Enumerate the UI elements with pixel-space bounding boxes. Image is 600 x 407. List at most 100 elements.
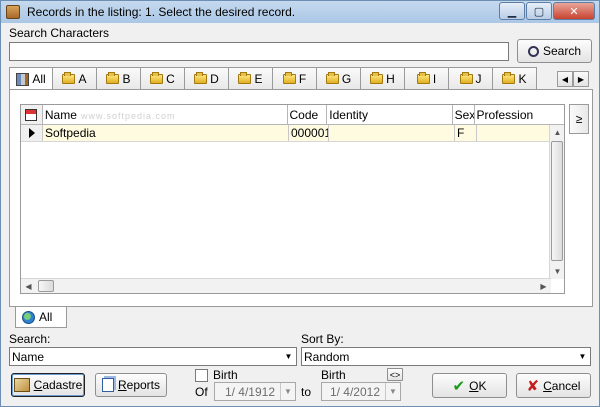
title-bar[interactable]: Records in the listing: 1. Select the de… bbox=[1, 1, 599, 23]
records-window: Records in the listing: 1. Select the de… bbox=[0, 0, 600, 407]
scroll-up-icon[interactable]: ▲ bbox=[550, 125, 564, 140]
chevron-down-icon[interactable]: ▼ bbox=[575, 348, 590, 365]
folder-icon bbox=[282, 71, 296, 84]
cancel-label: Cancel bbox=[543, 378, 581, 393]
sort-by-label: Sort By: bbox=[301, 332, 344, 346]
column-header-sex[interactable]: Sex bbox=[453, 105, 475, 124]
birth-filter-checkbox[interactable] bbox=[195, 369, 208, 382]
horizontal-scroll-thumb[interactable] bbox=[38, 280, 54, 292]
column-header-identity[interactable]: Identity bbox=[327, 105, 453, 124]
tab-label: B bbox=[122, 71, 131, 86]
window-title: Records in the listing: 1. Select the de… bbox=[27, 5, 296, 19]
tab-h[interactable]: H bbox=[360, 67, 405, 89]
x-icon: ✘ bbox=[526, 377, 540, 395]
side-tab[interactable]: ≥ bbox=[569, 104, 589, 134]
ok-button[interactable]: ✔ OK bbox=[432, 373, 507, 398]
tab-scroll-right-icon[interactable]: ▶ bbox=[573, 71, 589, 87]
minimize-button[interactable]: ▁ bbox=[499, 2, 525, 20]
chevron-down-icon[interactable]: ▼ bbox=[385, 383, 400, 400]
tab-label: D bbox=[210, 71, 219, 86]
tab-g[interactable]: G bbox=[316, 67, 361, 89]
of-label: Of bbox=[195, 385, 208, 399]
tab-i[interactable]: I bbox=[404, 67, 449, 89]
birth-to-date[interactable]: 1/ 4/2012 ▼ bbox=[321, 382, 401, 401]
cell-name[interactable]: Softpedia bbox=[43, 125, 289, 141]
watermark: www.softpedia.com bbox=[81, 111, 176, 121]
folder-icon bbox=[459, 71, 473, 84]
scroll-left-icon[interactable]: ◀ bbox=[21, 279, 36, 293]
tab-label: F bbox=[298, 71, 307, 86]
tab-f[interactable]: F bbox=[272, 67, 317, 89]
sort-by-select[interactable]: Random ▼ bbox=[301, 347, 591, 366]
tab-scroll-left-icon[interactable]: ◀ bbox=[557, 71, 573, 87]
search-characters-label: Search Characters bbox=[9, 26, 110, 40]
vertical-scrollbar[interactable]: ▲ ▼ bbox=[549, 125, 564, 279]
search-characters-input[interactable] bbox=[9, 42, 509, 61]
bottom-tab-all[interactable]: All bbox=[15, 307, 67, 328]
column-header-code[interactable]: Code bbox=[288, 105, 328, 124]
tab-a[interactable]: A bbox=[52, 67, 97, 89]
letter-tabs: All A B C D E F G H I J K bbox=[9, 67, 577, 89]
check-icon: ✔ bbox=[452, 377, 466, 395]
records-grid[interactable]: Name Code Identity Sex Profession www.so… bbox=[20, 104, 565, 294]
search-button[interactable]: Search bbox=[517, 39, 592, 63]
reports-label: Reports bbox=[117, 378, 161, 392]
tab-all[interactable]: All bbox=[9, 67, 53, 89]
app-icon bbox=[6, 5, 20, 19]
bottom-tabs: All bbox=[9, 307, 593, 329]
search-by-select[interactable]: Name ▼ bbox=[9, 347, 297, 366]
column-header-profession[interactable]: Profession bbox=[475, 105, 565, 124]
vertical-scroll-thumb[interactable] bbox=[551, 141, 563, 261]
scroll-right-icon[interactable]: ▶ bbox=[536, 279, 551, 293]
birth-to-label: Birth bbox=[321, 368, 346, 382]
table-row[interactable]: Softpedia 000001 F bbox=[21, 125, 551, 142]
tab-label: C bbox=[166, 71, 175, 86]
cell-profession[interactable] bbox=[477, 125, 551, 141]
scroll-down-icon[interactable]: ▼ bbox=[550, 264, 564, 279]
maximize-button[interactable]: ▢ bbox=[526, 2, 552, 20]
bottom-tab-label: All bbox=[39, 310, 53, 324]
cell-identity[interactable] bbox=[329, 125, 455, 141]
cell-code[interactable]: 000001 bbox=[289, 125, 329, 141]
tab-label: All bbox=[32, 72, 46, 86]
globe-icon bbox=[22, 310, 35, 324]
books-icon bbox=[16, 72, 30, 86]
search-icon bbox=[527, 45, 539, 57]
ok-label: OK bbox=[469, 378, 487, 393]
cadastre-label: Cadastre bbox=[33, 378, 83, 392]
swap-dates-button[interactable]: <> bbox=[387, 368, 403, 381]
tab-label: G bbox=[341, 71, 352, 86]
folder-icon bbox=[62, 71, 76, 84]
tab-d[interactable]: D bbox=[184, 67, 229, 89]
grid-corner-icon[interactable] bbox=[21, 105, 43, 124]
tab-scroll: ◀ ▶ bbox=[557, 71, 589, 87]
horizontal-scrollbar[interactable]: ◀ ▶ bbox=[21, 278, 551, 293]
tab-c[interactable]: C bbox=[140, 67, 185, 89]
sort-by-value: Random bbox=[304, 349, 350, 364]
reports-icon bbox=[101, 378, 114, 392]
tab-e[interactable]: E bbox=[228, 67, 273, 89]
birth-to-value: 1/ 4/2012 bbox=[329, 384, 380, 399]
tab-label: A bbox=[78, 71, 87, 86]
close-button[interactable]: ✕ bbox=[553, 2, 595, 20]
cancel-button[interactable]: ✘ Cancel bbox=[516, 373, 591, 398]
cell-sex[interactable]: F bbox=[455, 125, 477, 141]
folder-icon bbox=[370, 71, 384, 84]
tab-k[interactable]: K bbox=[492, 67, 537, 89]
birth-from-date[interactable]: 1/ 4/1912 ▼ bbox=[214, 382, 296, 401]
folder-icon bbox=[416, 71, 430, 84]
chevron-down-icon[interactable]: ▼ bbox=[281, 348, 296, 365]
cadastre-button[interactable]: Cadastre bbox=[11, 373, 85, 397]
folder-icon bbox=[238, 71, 252, 84]
tab-j[interactable]: J bbox=[448, 67, 493, 89]
window-controls: ▁ ▢ ✕ bbox=[498, 2, 595, 20]
tab-b[interactable]: B bbox=[96, 67, 141, 89]
search-by-value: Name bbox=[12, 349, 45, 364]
row-pointer-icon bbox=[21, 125, 43, 141]
birth-from-value: 1/ 4/1912 bbox=[224, 384, 275, 399]
records-panel: Name Code Identity Sex Profession www.so… bbox=[9, 89, 593, 307]
tab-label: K bbox=[518, 71, 527, 86]
search-button-label: Search bbox=[542, 44, 582, 58]
reports-button[interactable]: Reports bbox=[95, 373, 167, 397]
chevron-down-icon[interactable]: ▼ bbox=[280, 383, 295, 400]
